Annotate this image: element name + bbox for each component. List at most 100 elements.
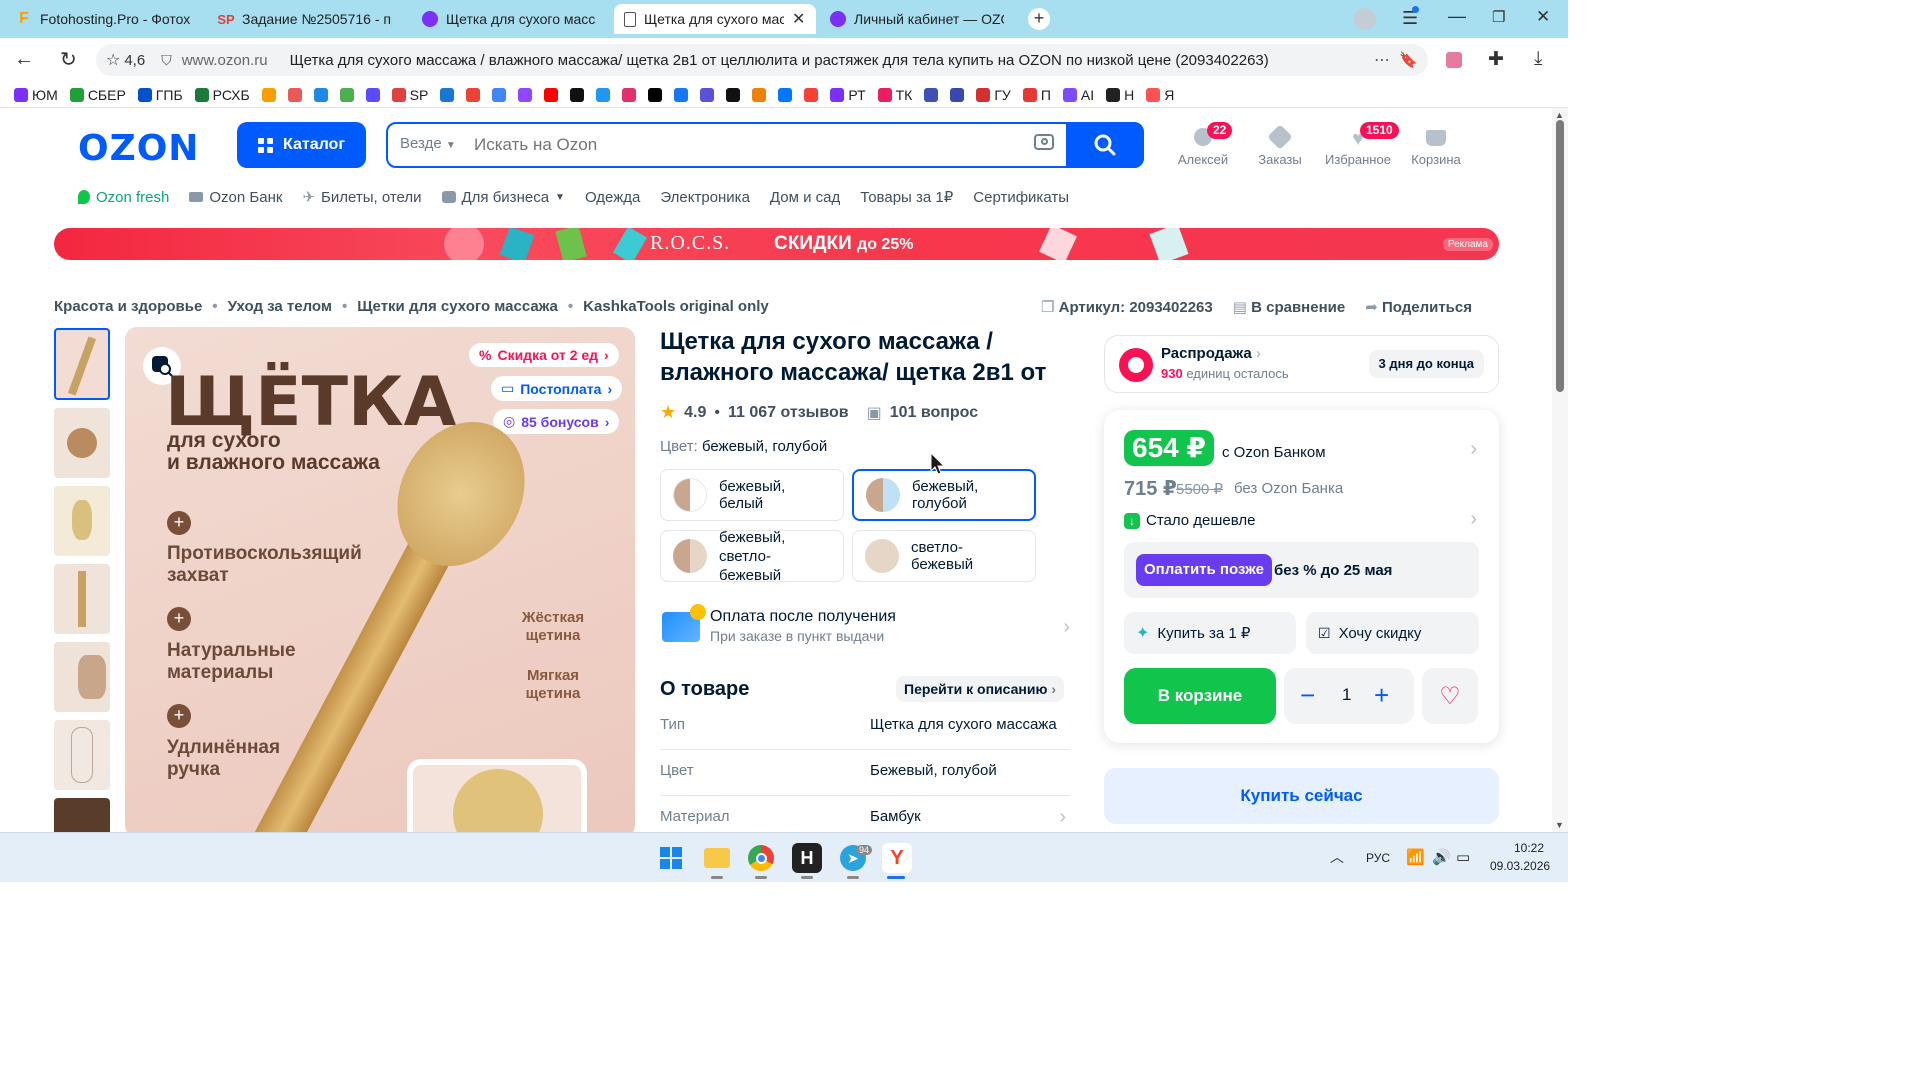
scroll-up-icon[interactable]: ▲ xyxy=(1555,110,1564,120)
gallery-thumb-5[interactable] xyxy=(54,642,110,712)
want-discount-button[interactable]: ☑ Хочу скидку xyxy=(1306,612,1479,654)
shield-icon[interactable]: ⛉ xyxy=(161,52,172,69)
color-option-beige-white[interactable]: бежевый, белый xyxy=(660,469,844,521)
start-button[interactable] xyxy=(656,843,686,873)
sale-promo[interactable]: Распродажа › 930 единиц осталось 3 дня д… xyxy=(1104,335,1499,393)
search-button[interactable] xyxy=(1066,122,1144,168)
search-scope-select[interactable]: Везде ▼ xyxy=(400,135,456,152)
nav-clothes[interactable]: Одежда xyxy=(585,189,640,206)
catalog-button[interactable]: Каталог xyxy=(237,122,366,168)
bookmark-item[interactable] xyxy=(674,87,689,102)
price-dropped-row[interactable]: ↓ Стало дешевле › xyxy=(1124,508,1479,532)
bookmark-item[interactable] xyxy=(804,87,819,102)
ozon-logo[interactable]: OZON xyxy=(78,128,199,169)
bookmark-item[interactable] xyxy=(648,87,663,102)
bookmark-item[interactable] xyxy=(752,87,767,102)
color-option-beige-lightbeige[interactable]: бежевый, светло-бежевый xyxy=(660,529,844,584)
browser-tab-4-active[interactable]: Щетка для сухого масс ✕ xyxy=(614,4,816,34)
chevron-right-icon[interactable]: › xyxy=(1470,438,1477,461)
payment-after-receipt[interactable]: Оплата после получения При заказе в пунк… xyxy=(660,604,1070,652)
in-cart-button[interactable]: В корзине xyxy=(1124,668,1276,724)
bookmark-item[interactable] xyxy=(287,87,302,102)
cart-link[interactable]: Корзина xyxy=(1396,126,1476,167)
bookmark-item[interactable] xyxy=(365,87,380,102)
reviews-count[interactable]: 11 067 отзывов xyxy=(728,404,849,422)
rating-row[interactable]: ★ 4.9 • 11 067 отзывов ▣ 101 вопрос xyxy=(660,402,978,423)
reload-icon[interactable]: ↻ xyxy=(60,47,77,72)
spec-row[interactable]: Материал Бамбук › xyxy=(660,798,1070,832)
wifi-icon[interactable]: 📶 xyxy=(1406,848,1425,866)
bookmark-item[interactable] xyxy=(492,87,507,102)
bookmark-item[interactable] xyxy=(700,87,715,102)
tray-chevron-icon[interactable]: ︿ xyxy=(1330,847,1344,867)
bookmark-item[interactable] xyxy=(778,87,793,102)
bookmark-item[interactable] xyxy=(924,87,939,102)
plus-button[interactable]: + xyxy=(1374,680,1389,710)
gallery-thumb-4[interactable] xyxy=(54,564,110,634)
product-main-image[interactable]: % Скидка от 2 ед › ▭ Постоплата › ◎ 85 бонусо… xyxy=(125,327,635,832)
color-option-lightbeige[interactable]: светло-бежевый xyxy=(852,530,1036,582)
clock-time[interactable]: 10:22 xyxy=(1514,841,1544,855)
bookmark-item[interactable]: AI xyxy=(1062,87,1094,103)
postpay-pill[interactable]: ▭ Постоплата › xyxy=(491,376,623,401)
nav-certificates[interactable]: Сертификаты xyxy=(973,189,1069,206)
chrome-button[interactable] xyxy=(746,843,776,873)
yandex-browser-button[interactable]: Y xyxy=(882,843,912,873)
orders-link[interactable]: Заказы xyxy=(1240,124,1320,167)
browser-tab-1[interactable]: F Fotohosting.Pro - Фотохос xyxy=(6,4,204,34)
bookmark-item[interactable]: ГУ xyxy=(976,87,1011,103)
bookmark-item[interactable]: ТК xyxy=(877,87,912,103)
breadcrumb-item[interactable]: Уход за телом xyxy=(228,298,332,315)
battery-icon[interactable]: ▭ xyxy=(1456,848,1470,866)
bookmark-item[interactable] xyxy=(339,87,354,102)
bookmark-item[interactable]: ЮМ xyxy=(14,87,58,103)
share-button[interactable]: ➦ Поделиться xyxy=(1365,298,1472,316)
nav-business[interactable]: Для бизнеса ▼ xyxy=(441,189,565,206)
bookmark-item[interactable]: П xyxy=(1022,87,1051,103)
bookmark-item[interactable] xyxy=(950,87,965,102)
camera-icon[interactable] xyxy=(1034,134,1054,150)
gallery-thumb-7[interactable] xyxy=(54,798,110,832)
window-close-icon[interactable]: ✕ xyxy=(1536,7,1550,27)
bookmark-item[interactable] xyxy=(261,87,276,102)
breadcrumb-item[interactable]: Красота и здоровье xyxy=(54,298,202,315)
downloads-icon[interactable]: ⤓ xyxy=(1534,48,1542,70)
nav-ozon-fresh[interactable]: Ozon fresh xyxy=(78,189,169,206)
search-input[interactable] xyxy=(474,132,1014,158)
questions-count[interactable]: 101 вопрос xyxy=(890,404,978,422)
volume-icon[interactable]: 🔊 xyxy=(1432,848,1451,866)
bookmark-item[interactable] xyxy=(544,87,559,102)
bookmark-item[interactable] xyxy=(313,87,328,102)
account-link[interactable]: Алексей 22 xyxy=(1163,122,1243,167)
browser-tab-2[interactable]: SP Задание №2505716 - про xyxy=(208,4,408,34)
url-box[interactable]: ☆ 4,6 ⛉ www.ozon.ru Щетка для сухого мас… xyxy=(96,44,1428,76)
more-icon[interactable]: ⋯ xyxy=(1374,50,1390,70)
bonus-pill[interactable]: ◎ 85 бонусов › xyxy=(493,409,620,434)
restore-icon[interactable]: ❐ xyxy=(1492,8,1505,26)
browser-tab-3[interactable]: Щетка для сухого массаж xyxy=(412,4,612,34)
minus-button[interactable]: − xyxy=(1300,680,1315,710)
browser-tab-5[interactable]: Личный кабинет — OZON xyxy=(820,4,1020,34)
gallery-thumb-2[interactable] xyxy=(54,408,110,478)
bookmark-item[interactable] xyxy=(440,87,455,102)
article-number[interactable]: ❐ Артикул: 2093402263 xyxy=(1041,298,1213,316)
extensions-icon[interactable]: ✚ xyxy=(1488,48,1504,71)
language-indicator[interactable]: РУС xyxy=(1366,851,1390,865)
scrollbar-thumb[interactable] xyxy=(1556,120,1564,392)
nav-tickets[interactable]: ✈ Билеты, отели xyxy=(302,188,421,207)
bookmark-item[interactable]: РСХБ xyxy=(194,87,250,103)
nav-goods-for-1[interactable]: Товары за 1₽ xyxy=(860,188,953,206)
app-h-button[interactable]: H xyxy=(792,843,822,873)
bookmark-item[interactable]: ГПБ xyxy=(137,87,183,103)
bookmark-item[interactable] xyxy=(570,87,585,102)
nav-home-garden[interactable]: Дом и сад xyxy=(770,189,840,206)
bookmark-item[interactable] xyxy=(726,87,741,102)
bookmark-item[interactable] xyxy=(466,87,481,102)
breadcrumb-item[interactable]: Щетки для сухого массажа xyxy=(357,298,558,315)
scroll-down-icon[interactable]: ▼ xyxy=(1555,820,1564,830)
close-icon[interactable]: ✕ xyxy=(792,9,805,29)
bookmark-icon[interactable]: 🔖 xyxy=(1399,51,1418,69)
back-icon[interactable]: ← xyxy=(14,48,34,71)
bookmark-item[interactable] xyxy=(596,87,611,102)
bookmark-item[interactable] xyxy=(518,87,533,102)
